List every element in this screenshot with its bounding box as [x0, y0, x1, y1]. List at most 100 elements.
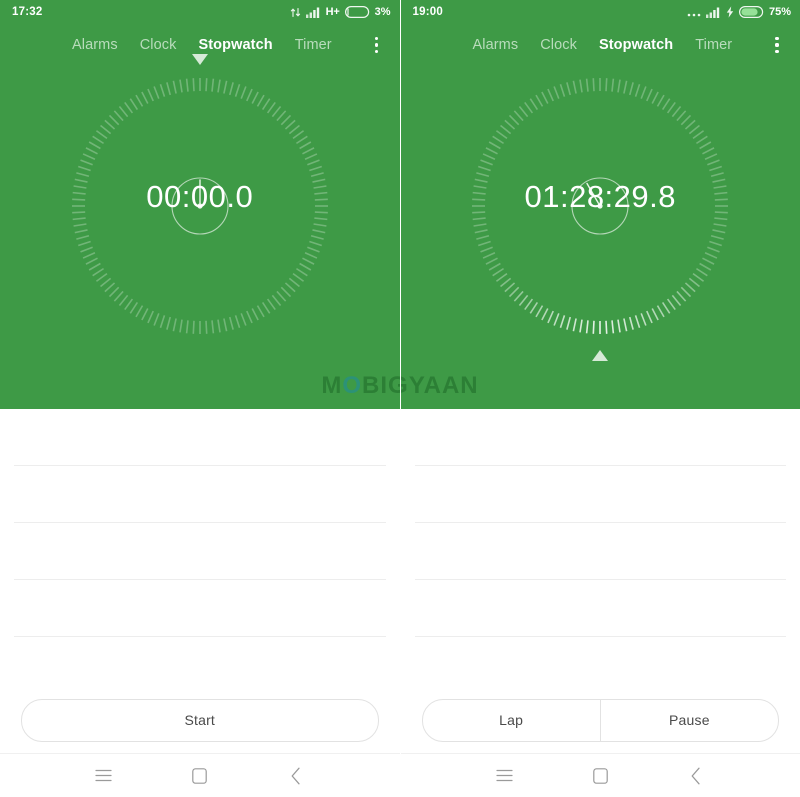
- dial-tick: [707, 246, 721, 253]
- lap-button[interactable]: Lap: [423, 700, 600, 741]
- overflow-menu-icon[interactable]: [766, 32, 788, 58]
- back-button[interactable]: [679, 759, 713, 793]
- dial-tick: [702, 257, 715, 265]
- dial-tick: [310, 234, 324, 240]
- dial-tick: [472, 217, 486, 221]
- dial-tick: [146, 310, 154, 324]
- dial-tick: [118, 106, 129, 118]
- dial-tick: [657, 94, 665, 107]
- screenshot-pair: 17:32 H+ 3% Alarms Clock Stopwatch Timer…: [0, 0, 800, 797]
- home-button[interactable]: [183, 759, 217, 793]
- dial-tick: [662, 98, 671, 110]
- dial-tick: [82, 153, 96, 160]
- dial-tick: [204, 320, 208, 334]
- dial-tick: [245, 310, 253, 324]
- dial-tick: [234, 84, 241, 97]
- home-button[interactable]: [583, 759, 617, 793]
- recents-button[interactable]: [487, 759, 521, 793]
- dial-tick: [496, 130, 508, 140]
- tab-stopwatch[interactable]: Stopwatch: [599, 37, 673, 53]
- dial-tick: [284, 282, 296, 293]
- dial-tick: [485, 147, 499, 155]
- dial-tick: [129, 302, 138, 314]
- start-button[interactable]: Start: [22, 700, 378, 741]
- dial-tick: [492, 267, 505, 277]
- back-button[interactable]: [279, 759, 313, 793]
- signal-bars-icon: [705, 7, 721, 18]
- lap-row: [14, 637, 386, 693]
- dial-tick: [165, 82, 171, 96]
- tab-alarms[interactable]: Alarms: [473, 37, 519, 53]
- dial-tick: [140, 91, 149, 104]
- dial-tick: [702, 147, 715, 155]
- dial-tick: [135, 305, 143, 318]
- dial-tick: [295, 267, 308, 277]
- dial-tick: [185, 320, 189, 334]
- dial-tick: [79, 246, 93, 253]
- recents-button[interactable]: [87, 759, 121, 793]
- overflow-menu-icon[interactable]: [366, 32, 388, 58]
- dial-tick: [298, 262, 311, 271]
- lap-row: [414, 466, 786, 523]
- charging-bolt-icon: [726, 6, 734, 18]
- lap-list-right[interactable]: [400, 409, 800, 689]
- tab-alarms[interactable]: Alarms: [72, 37, 118, 53]
- tab-stopwatch[interactable]: Stopwatch: [198, 37, 272, 53]
- dial-tick: [306, 246, 320, 253]
- dial-tick: [140, 308, 149, 321]
- dial-tick: [473, 223, 487, 227]
- dial-tick: [662, 302, 671, 314]
- dial-area-left: 00:00.0: [0, 54, 400, 366]
- dial-tick: [204, 78, 208, 92]
- dial-tick: [623, 80, 628, 94]
- dial-tick: [99, 124, 111, 135]
- action-bar-left: Start: [0, 694, 400, 746]
- dial-tick: [185, 78, 189, 92]
- dial-tick: [292, 130, 304, 140]
- stopwatch-display-right: 01:28:29.8: [524, 179, 677, 214]
- tab-timer[interactable]: Timer: [295, 37, 332, 53]
- dial-tick: [482, 153, 496, 160]
- dial-tick: [500, 277, 512, 288]
- status-clock: 19:00: [412, 6, 443, 18]
- dial-tick: [95, 272, 108, 282]
- tabs-right: Alarms Clock Stopwatch Timer: [473, 37, 733, 53]
- dial-tick: [75, 234, 89, 240]
- tab-timer[interactable]: Timer: [695, 37, 732, 53]
- dial-tick: [496, 272, 508, 282]
- dial-tick: [541, 91, 549, 104]
- dial-tick: [640, 86, 647, 99]
- lap-row: [414, 580, 786, 637]
- dial-tick: [280, 286, 291, 298]
- dial-tick: [514, 110, 524, 122]
- dial-tick: [711, 234, 725, 240]
- dial-tick: [216, 79, 221, 93]
- tab-clock[interactable]: Clock: [540, 37, 577, 53]
- pause-button[interactable]: Pause: [601, 700, 778, 741]
- dial-tick: [676, 110, 687, 122]
- dial-tick: [222, 80, 228, 94]
- lap-list-left[interactable]: [0, 409, 400, 689]
- dial-tick: [489, 262, 502, 271]
- tab-clock[interactable]: Clock: [140, 37, 177, 53]
- dial-tick: [228, 82, 234, 96]
- dial-tick: [192, 320, 195, 334]
- dial-tick: [123, 298, 133, 311]
- start-pill: Start: [21, 698, 379, 742]
- dial-tick: [159, 84, 165, 97]
- lap-row: [14, 523, 386, 580]
- dial-tick: [572, 80, 578, 94]
- dial-tick: [178, 79, 183, 93]
- battery-percent-label: 3%: [374, 6, 391, 18]
- dial-tick: [135, 94, 143, 107]
- dial-tick: [85, 147, 98, 155]
- dial-tick: [478, 240, 492, 247]
- dial-tick: [306, 159, 320, 166]
- dial-tick: [485, 257, 499, 265]
- dial-tick: [704, 153, 718, 160]
- dial-tick: [301, 257, 315, 265]
- dial-tick: [696, 267, 709, 277]
- dial-tick: [88, 262, 101, 271]
- dial-tick: [474, 229, 488, 234]
- dial-tick: [553, 86, 560, 99]
